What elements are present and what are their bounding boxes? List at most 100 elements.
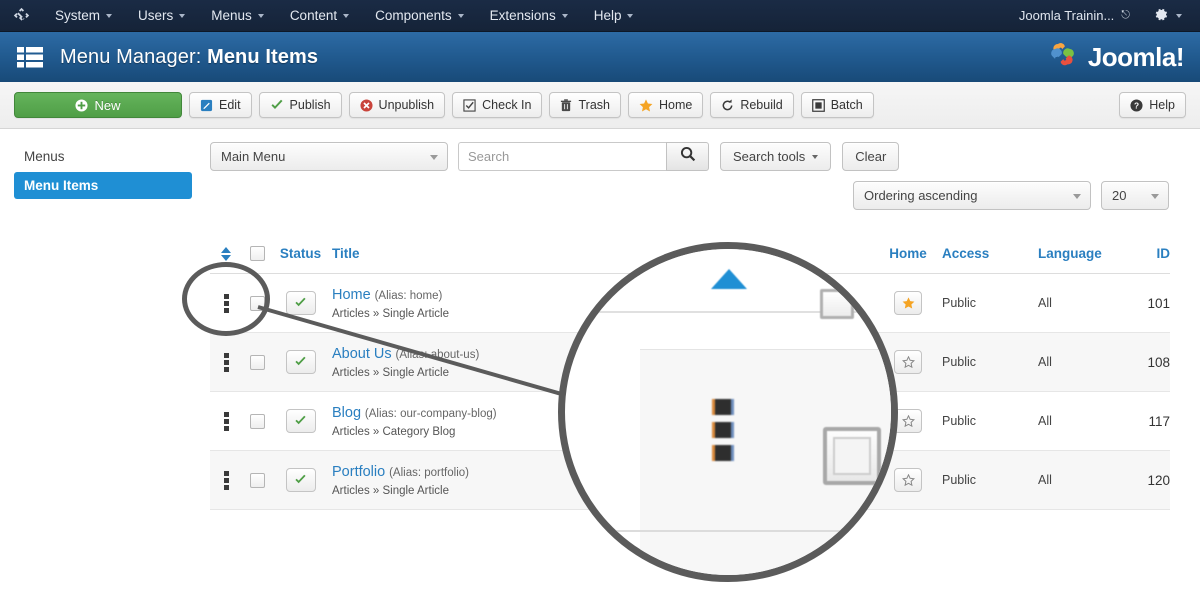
zoomed-row-checkbox (823, 427, 881, 485)
status-published-button[interactable] (285, 291, 316, 315)
row-checkbox[interactable] (249, 413, 265, 429)
page-title: Menu Manager: Menu Items (60, 46, 318, 69)
row-select-cell[interactable] (242, 413, 272, 429)
column-header-ordering[interactable] (210, 246, 242, 261)
search-submit-button[interactable] (666, 142, 709, 171)
column-header-id[interactable]: ID (1134, 246, 1171, 261)
sort-arrows-icon (221, 246, 231, 261)
row-drag-handle[interactable] (210, 411, 242, 431)
drag-handle-icon (223, 470, 229, 490)
sidebar-item-label: Menu Items (24, 178, 99, 193)
nav-item-extensions[interactable]: Extensions (477, 0, 581, 32)
nav-item-label: Components (375, 8, 452, 23)
row-drag-handle[interactable] (210, 352, 242, 372)
zoomed-sort-triangle-icon (711, 269, 747, 289)
row-access: Public (942, 473, 977, 487)
rebuild-button[interactable]: Rebuild (710, 92, 794, 118)
rebuild-button-label: Rebuild (740, 98, 783, 112)
row-drag-handle[interactable] (210, 470, 242, 490)
chevron-down-icon (457, 13, 464, 18)
clear-label: Clear (855, 149, 887, 164)
trash-button-label: Trash (578, 98, 610, 112)
joomla-logo: Joomla! (1047, 38, 1200, 77)
sidebar-item-menu-items[interactable]: Menu Items (14, 172, 192, 199)
edit-button-label: Edit (219, 98, 241, 112)
site-link[interactable]: Joomla Trainin... ⎋ (1009, 8, 1140, 23)
row-access: Public (942, 414, 977, 428)
nav-item-help[interactable]: Help (581, 0, 647, 32)
row-title-link[interactable]: About Us (332, 346, 392, 362)
publish-button-label: Publish (289, 98, 331, 112)
status-published-button[interactable] (285, 468, 316, 492)
row-language: All (1038, 473, 1052, 487)
row-status-cell[interactable] (272, 409, 329, 433)
trash-button[interactable]: Trash (549, 92, 621, 118)
help-button-label: Help (1149, 98, 1175, 112)
edit-button[interactable]: Edit (189, 92, 252, 118)
star-icon (639, 98, 653, 112)
nav-item-content[interactable]: Content (277, 0, 362, 32)
status-published-button[interactable] (285, 350, 316, 374)
help-button[interactable]: ? Help (1119, 92, 1186, 118)
column-header-checkall[interactable] (242, 246, 272, 261)
search-tools-label: Search tools (733, 149, 806, 164)
sidebar-item-menus[interactable]: Menus (14, 143, 192, 170)
column-header-access[interactable]: Access (942, 246, 1038, 261)
status-published-button[interactable] (285, 409, 316, 433)
home-star-button[interactable] (894, 291, 922, 315)
clear-button[interactable]: Clear (842, 142, 900, 171)
limit-select[interactable]: 20 (1101, 181, 1169, 210)
home-button[interactable]: Home (627, 92, 704, 118)
column-header-status[interactable]: Status (272, 246, 329, 261)
chevron-down-icon (1151, 193, 1159, 199)
ordering-select[interactable]: Ordering ascending (853, 181, 1091, 210)
publish-button[interactable]: Publish (258, 92, 342, 118)
checkin-button[interactable]: Check In (452, 92, 543, 118)
batch-button[interactable]: Batch (800, 92, 874, 118)
menu-select[interactable]: Main Menu (210, 142, 448, 171)
row-access: Public (942, 355, 977, 369)
select-all-checkbox[interactable] (249, 246, 265, 261)
magnifier-zoom-circle (558, 242, 898, 582)
row-status-cell[interactable] (272, 350, 329, 374)
menu-select-value: Main Menu (221, 149, 286, 164)
row-language: All (1038, 296, 1052, 310)
magnifier-source-ellipse (182, 262, 270, 336)
row-id: 101 (1147, 295, 1170, 311)
home-star-button[interactable] (894, 409, 922, 433)
row-alias: (Alias: home) (374, 290, 443, 302)
row-title-link[interactable]: Blog (332, 405, 361, 421)
ordering-row: Ordering ascending 20 (853, 181, 1169, 210)
nav-item-system[interactable]: System (42, 0, 125, 32)
row-id: 108 (1147, 354, 1170, 370)
nav-item-label: Help (593, 8, 622, 23)
search-tools-button[interactable]: Search tools (720, 142, 832, 171)
chevron-down-icon (1073, 193, 1081, 199)
row-checkbox[interactable] (249, 472, 265, 488)
nav-item-menus[interactable]: Menus (198, 0, 277, 32)
user-settings-menu[interactable] (1140, 7, 1188, 25)
unpublish-button[interactable]: Unpublish (348, 92, 446, 118)
new-button-label: New (94, 97, 121, 113)
new-button[interactable]: New (14, 92, 182, 118)
search-input[interactable] (458, 142, 666, 171)
check-icon (270, 99, 284, 112)
row-select-cell[interactable] (242, 472, 272, 488)
home-star-button[interactable] (894, 350, 922, 374)
column-header-language[interactable]: Language (1038, 246, 1134, 261)
external-link-icon: ⎋ (1121, 9, 1130, 21)
filter-bar: Main Menu Search tools Clear (210, 142, 900, 171)
row-status-cell[interactable] (272, 468, 329, 492)
row-title-link[interactable]: Portfolio (332, 464, 385, 480)
nav-item-label: System (55, 8, 101, 23)
nav-item-users[interactable]: Users (125, 0, 198, 32)
nav-item-components[interactable]: Components (362, 0, 477, 32)
row-checkbox[interactable] (249, 354, 265, 370)
refresh-icon (721, 99, 734, 112)
chevron-down-icon (1176, 13, 1182, 18)
home-star-button[interactable] (894, 468, 922, 492)
joomla-brand-icon[interactable] (0, 7, 42, 24)
row-select-cell[interactable] (242, 354, 272, 370)
row-title-link[interactable]: Home (332, 287, 371, 303)
batch-button-label: Batch (830, 98, 863, 112)
